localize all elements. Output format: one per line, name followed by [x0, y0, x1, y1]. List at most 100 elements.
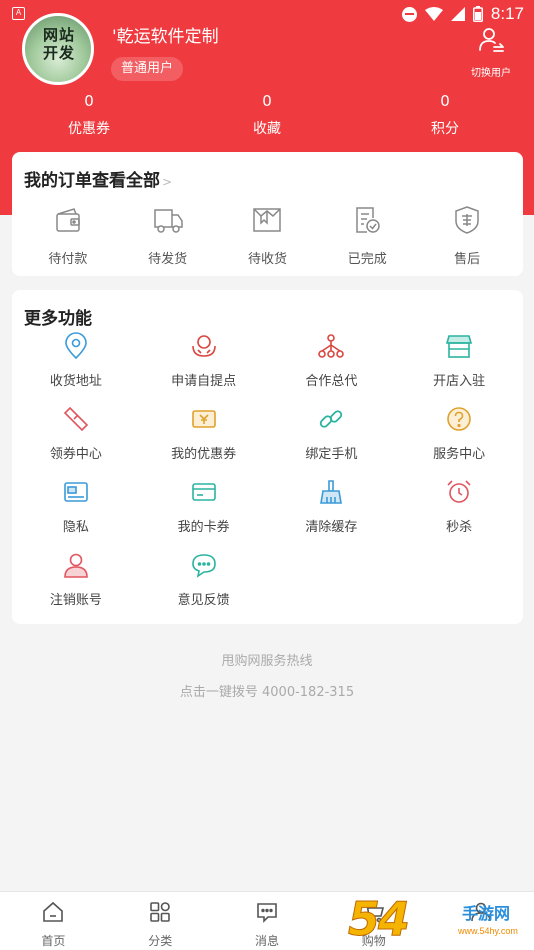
store-icon: [446, 335, 473, 358]
order-label: 待收货: [247, 252, 287, 267]
avatar-text-line1: 网站: [42, 26, 75, 44]
fn-service-center[interactable]: 服务中心: [395, 405, 523, 462]
fn-label: 服务中心: [433, 447, 486, 462]
orders-card: 我的订单查看全部 > 待付款 待发货 待收货 已完成 售后: [12, 152, 523, 276]
location-pin-icon: [65, 332, 87, 360]
stat-value: 0: [440, 92, 450, 110]
fn-my-cards[interactable]: 我的卡券: [140, 478, 268, 535]
fn-privacy[interactable]: 隐私: [12, 478, 140, 535]
user-icon: [64, 553, 88, 578]
order-completed[interactable]: 已完成: [327, 204, 407, 267]
hands-icon: [191, 335, 216, 357]
order-after-sales[interactable]: 售后: [427, 204, 507, 267]
fn-flash-sale[interactable]: 秒杀: [395, 478, 523, 535]
nav-label: 分类: [148, 934, 173, 948]
watermark-logo: 54 手游网 www.54hy.com: [347, 892, 530, 948]
privacy-card-icon: [64, 482, 88, 502]
nav-label: 消息: [254, 934, 279, 948]
stat-points[interactable]: 0 积分: [356, 92, 534, 138]
watermark-number: 54: [347, 892, 410, 947]
order-label: 售后: [454, 252, 481, 267]
fn-label: 清除缓存: [305, 520, 358, 535]
username: '乾运软件定制: [112, 27, 219, 47]
service-hotline-label: 甩购网服务热线: [221, 654, 313, 669]
wallet-icon: [56, 208, 80, 232]
stat-value: 0: [262, 92, 272, 110]
watermark-url: www.54hy.com: [458, 926, 518, 936]
truck-icon: [153, 209, 183, 233]
alarm-clock-icon: [447, 480, 471, 503]
home-icon: [43, 901, 64, 922]
more-functions-title: 更多功能: [24, 309, 92, 329]
avatar-text-line2: 开发: [42, 44, 75, 62]
completed-doc-icon: [356, 207, 381, 233]
wifi-icon: [424, 7, 443, 21]
stats-row: 0 优惠券 0 收藏 0 积分: [0, 92, 534, 138]
network-icon: [318, 334, 345, 358]
fn-coupon-center[interactable]: 领券中心: [12, 405, 140, 462]
link-icon: [320, 410, 343, 428]
nav-category[interactable]: 分类: [107, 892, 214, 950]
order-label: 待发货: [148, 252, 188, 267]
switch-user-label: 切换用户: [471, 68, 511, 79]
orders-title-link[interactable]: 我的订单查看全部 >: [24, 166, 172, 191]
category-grid-icon: [150, 902, 170, 922]
fn-label: 秒杀: [446, 520, 473, 535]
fn-shipping-address[interactable]: 收货地址: [12, 332, 140, 389]
question-icon: [447, 407, 471, 431]
nav-label: 首页: [41, 934, 66, 948]
user-level-badge: 普通用户: [111, 57, 184, 81]
nav-messages[interactable]: 消息: [214, 892, 321, 950]
message-icon: [257, 903, 277, 923]
fn-label: 注销账号: [49, 593, 102, 608]
fn-feedback[interactable]: 意见反馈: [140, 551, 268, 608]
more-functions-card: 更多功能 收货地址 申请自提点 合作总代 开店入驻 领券中心 我的优惠券 绑定手: [12, 290, 523, 624]
nav-home[interactable]: 首页: [0, 892, 107, 950]
fn-label: 申请自提点: [171, 374, 237, 389]
order-pending-shipment[interactable]: 待发货: [128, 204, 208, 267]
fn-label: 意见反馈: [177, 593, 230, 608]
fn-clear-cache[interactable]: 清除缓存: [268, 478, 396, 535]
stat-label: 收藏: [253, 121, 281, 137]
do-not-disturb-icon: [401, 6, 417, 22]
order-pending-receipt[interactable]: 待收货: [227, 204, 307, 267]
order-label: 待付款: [48, 252, 88, 267]
fn-bind-phone[interactable]: 绑定手机: [268, 405, 396, 462]
orders-title: 我的订单查看全部: [24, 171, 160, 191]
fn-label: 我的优惠券: [171, 447, 237, 462]
fn-label: 隐私: [62, 520, 89, 535]
ticket-icon: [63, 406, 89, 432]
switch-user-button[interactable]: 切换用户: [466, 26, 516, 79]
card-icon: [191, 483, 216, 501]
stat-label: 积分: [431, 121, 459, 137]
fn-open-store[interactable]: 开店入驻: [395, 332, 523, 389]
clock-time: 8:17: [490, 4, 524, 23]
fn-partner-agent[interactable]: 合作总代: [268, 332, 396, 389]
fn-apply-pickup-point[interactable]: 申请自提点: [140, 332, 268, 389]
chevron-right-icon: >: [162, 175, 173, 189]
avatar[interactable]: 网站 开发: [22, 13, 94, 85]
package-icon: [253, 208, 282, 232]
fn-delete-account[interactable]: 注销账号: [12, 551, 140, 608]
yen-coupon-icon: [191, 410, 216, 428]
fn-label: 开店入驻: [433, 374, 486, 389]
battery-icon: [472, 6, 483, 22]
switch-user-icon: [479, 28, 504, 52]
fn-label: 绑定手机: [305, 447, 358, 462]
fn-label: 合作总代: [305, 374, 358, 389]
chat-bubble-icon: [191, 554, 216, 578]
stat-coupons[interactable]: 0 优惠券: [0, 92, 178, 138]
stat-value: 0: [84, 92, 94, 110]
fn-my-coupons[interactable]: 我的优惠券: [140, 405, 268, 462]
signal-icon: [450, 7, 465, 21]
after-sales-shield-icon: [455, 206, 479, 234]
fn-label: 收货地址: [49, 374, 102, 389]
stat-favorites[interactable]: 0 收藏: [178, 92, 356, 138]
order-pending-payment[interactable]: 待付款: [28, 204, 108, 267]
dial-hotline-link[interactable]: 点击一键拨号 4000-182-315: [0, 681, 534, 700]
broom-icon: [320, 480, 343, 504]
stat-label: 优惠券: [68, 121, 110, 137]
order-label: 已完成: [347, 252, 387, 267]
fn-label: 领券中心: [49, 447, 102, 462]
fn-label: 我的卡券: [177, 520, 230, 535]
